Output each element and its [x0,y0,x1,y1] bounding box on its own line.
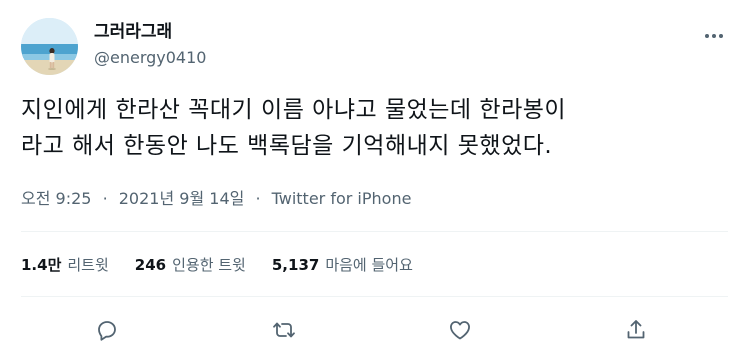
quote-label: 인용한 트윗 [172,256,246,274]
tweet-date[interactable]: 2021년 9월 14일 [119,189,245,208]
tweet-source[interactable]: Twitter for iPhone [272,189,412,208]
like-label: 마음에 들어요 [325,256,413,274]
retweet-label: 리트윗 [67,256,109,274]
quote-stat[interactable]: 246 인용한 트윗 [135,254,246,276]
reply-button[interactable] [90,313,124,347]
share-button[interactable] [619,313,653,347]
tweet-text: 지인에게 한라산 꼭대기 이름 아냐고 물었는데 한라봉이 라고 해서 한동안 … [21,92,733,164]
action-bar [0,313,749,347]
tweet-stats: 1.4만 리트윗 246 인용한 트윗 5,137 마음에 들어요 [21,254,413,276]
user-handle[interactable]: @energy0410 [94,47,206,69]
reply-icon [98,321,116,341]
tweet-meta: 오전 9:25 · 2021년 9월 14일 · Twitter for iPh… [21,188,411,210]
quote-count: 246 [134,256,167,274]
tweet-text-line: 지인에게 한라산 꼭대기 이름 아냐고 물었는데 한라봉이 [21,97,567,123]
avatar[interactable] [21,18,78,75]
meta-separator: · [102,189,108,208]
display-name[interactable]: 그러라그래 [94,21,172,43]
retweet-stat[interactable]: 1.4만 리트윗 [21,254,109,276]
divider [21,231,728,232]
like-count: 5,137 [271,256,320,274]
like-stat[interactable]: 5,137 마음에 들어요 [272,254,413,276]
retweet-icon [273,322,295,338]
heart-icon [450,321,470,340]
tweet-time[interactable]: 오전 9:25 [21,189,91,208]
like-button[interactable] [443,313,477,347]
share-icon [627,320,645,339]
more-options-button[interactable] [700,22,728,50]
more-dots-icon [705,34,723,38]
retweet-button[interactable] [267,313,301,347]
avatar-image [21,18,78,75]
tweet-text-line: 라고 해서 한동안 나도 백록담을 기억해내지 못했었다. [21,133,553,159]
tweet-card: 그러라그래 @energy0410 지인에게 한라산 꼭대기 이름 아냐고 물었… [0,0,749,361]
meta-separator: · [255,189,261,208]
divider [21,296,728,297]
retweet-count: 1.4만 [21,256,62,274]
